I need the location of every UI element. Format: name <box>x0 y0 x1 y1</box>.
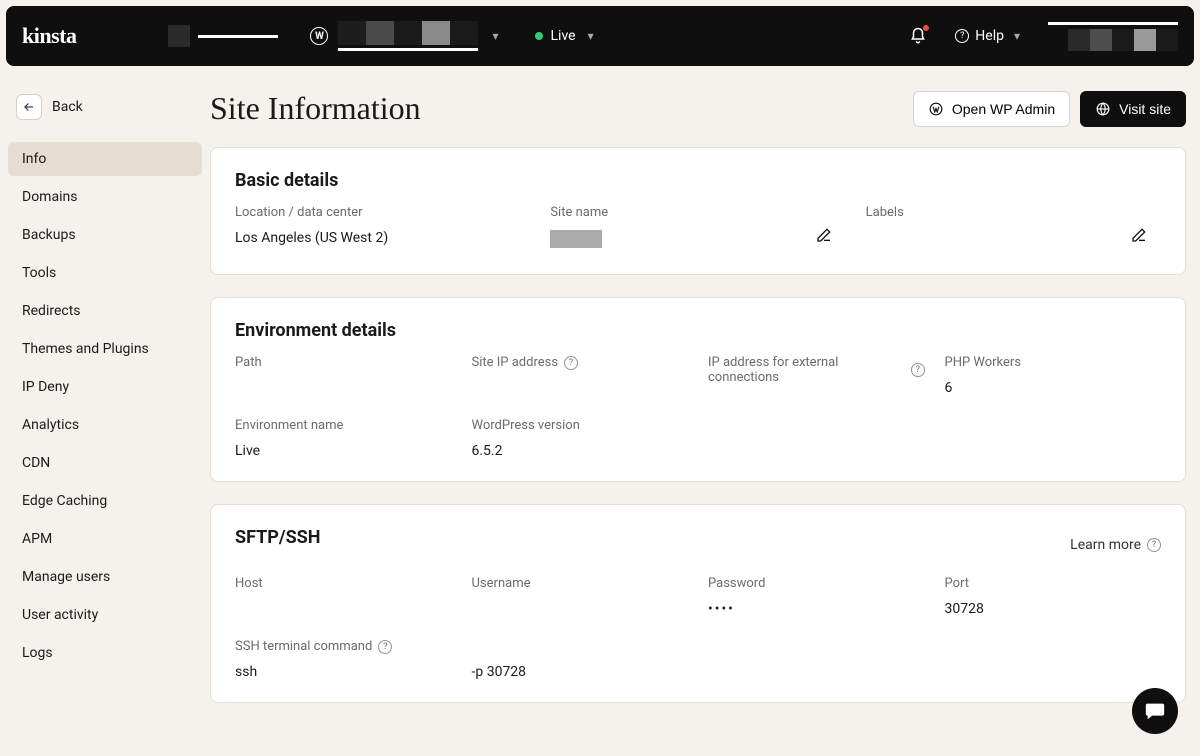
labels-label: Labels <box>866 205 1161 220</box>
ssh-cmd-prefix: ssh <box>235 664 452 680</box>
edit-site-name-button[interactable] <box>816 227 832 247</box>
chevron-down-icon: ▾ <box>1014 29 1020 43</box>
sftp-ssh-card: SFTP/SSH Learn more ? Host Username Pass… <box>210 504 1186 703</box>
chevron-down-icon: ▾ <box>492 29 498 43</box>
profile-avatar-redacted <box>1068 29 1178 51</box>
topbar: kinsta W ▾ Live ▾ ? Help ▾ <box>6 6 1194 66</box>
status-dot-icon <box>535 32 543 40</box>
info-icon[interactable]: ? <box>378 640 392 654</box>
back-label: Back <box>52 99 83 115</box>
arrow-left-icon <box>22 100 36 114</box>
port-value: 30728 <box>945 601 1162 617</box>
pencil-icon <box>1131 227 1147 243</box>
help-menu[interactable]: ? Help ▾ <box>955 28 1020 44</box>
sidebar-item-manage-users[interactable]: Manage users <box>8 560 202 594</box>
visit-site-label: Visit site <box>1119 101 1171 117</box>
php-workers-value: 6 <box>945 380 1162 396</box>
wordpress-icon: W <box>310 27 328 45</box>
path-label: Path <box>235 355 452 370</box>
chevron-down-icon: ▾ <box>588 29 594 43</box>
wordpress-icon <box>928 101 944 117</box>
sidebar-item-backups[interactable]: Backups <box>8 218 202 252</box>
port-label: Port <box>945 576 1162 591</box>
pencil-icon <box>816 227 832 243</box>
wp-version-label: WordPress version <box>472 418 689 433</box>
wp-version-value: 6.5.2 <box>472 443 689 459</box>
sidebar-item-cdn[interactable]: CDN <box>8 446 202 480</box>
help-icon: ? <box>955 29 969 43</box>
sftp-ssh-heading: SFTP/SSH <box>235 527 320 548</box>
open-wp-admin-button[interactable]: Open WP Admin <box>913 91 1070 127</box>
edit-labels-button[interactable] <box>1131 227 1147 247</box>
password-label: Password <box>708 576 925 591</box>
learn-more-link[interactable]: Learn more ? <box>1070 537 1161 553</box>
info-icon: ? <box>1147 538 1161 552</box>
page-title: Site Information <box>210 90 421 127</box>
profile-menu[interactable] <box>1048 22 1178 51</box>
info-icon[interactable]: ? <box>564 356 578 370</box>
basic-details-heading: Basic details <box>235 170 1161 191</box>
chat-widget-button[interactable] <box>1132 688 1178 734</box>
bell-icon <box>909 27 927 45</box>
open-wp-admin-label: Open WP Admin <box>952 101 1055 117</box>
sidebar-item-redirects[interactable]: Redirects <box>8 294 202 328</box>
ssh-cmd-label: SSH terminal command ? <box>235 639 452 654</box>
password-value: •••• <box>708 601 925 617</box>
help-label: Help <box>975 28 1004 44</box>
site-ip-label: Site IP address ? <box>472 355 689 370</box>
notifications-button[interactable] <box>909 27 927 45</box>
ssh-cmd-suffix: -p 30728 <box>472 664 689 680</box>
main-content: Site Information Open WP Admin Visit sit… <box>210 72 1200 750</box>
profile-name-redacted <box>1048 22 1178 25</box>
sidebar-item-tools[interactable]: Tools <box>8 256 202 290</box>
org-name-redacted <box>198 35 278 38</box>
site-name-redacted <box>550 230 602 248</box>
ext-ip-label: IP address for external connections ? <box>708 355 925 385</box>
sidebar-item-user-activity[interactable]: User activity <box>8 598 202 632</box>
chat-icon <box>1144 700 1166 722</box>
username-label: Username <box>472 576 689 591</box>
sidebar-item-ip-deny[interactable]: IP Deny <box>8 370 202 404</box>
sidebar-item-themes-plugins[interactable]: Themes and Plugins <box>8 332 202 366</box>
env-name-label: Environment name <box>235 418 452 433</box>
basic-details-card: Basic details Location / data center Los… <box>210 147 1186 275</box>
php-workers-label: PHP Workers <box>945 355 1162 370</box>
environment-details-heading: Environment details <box>235 320 1161 341</box>
sidebar-item-analytics[interactable]: Analytics <box>8 408 202 442</box>
environment-label: Live <box>551 28 576 44</box>
site-name-label: Site name <box>550 205 845 220</box>
location-value: Los Angeles (US West 2) <box>235 230 530 246</box>
visit-site-button[interactable]: Visit site <box>1080 91 1186 127</box>
site-name-redacted <box>338 21 478 51</box>
sidebar-item-edge-caching[interactable]: Edge Caching <box>8 484 202 518</box>
environment-selector[interactable]: Live ▾ <box>535 28 594 44</box>
sidebar-item-domains[interactable]: Domains <box>8 180 202 214</box>
env-name-value: Live <box>235 443 452 459</box>
site-selector[interactable]: W ▾ <box>310 21 498 51</box>
sidebar: Back Info Domains Backups Tools Redirect… <box>0 72 210 750</box>
org-avatar <box>168 25 190 47</box>
sidebar-item-apm[interactable]: APM <box>8 522 202 556</box>
org-selector[interactable] <box>168 25 278 47</box>
globe-icon <box>1095 101 1111 117</box>
host-label: Host <box>235 576 452 591</box>
sidebar-item-info[interactable]: Info <box>8 142 202 176</box>
logo: kinsta <box>22 23 76 49</box>
location-label: Location / data center <box>235 205 530 220</box>
info-icon[interactable]: ? <box>911 363 925 377</box>
back-button[interactable] <box>16 94 42 120</box>
environment-details-card: Environment details Path Site IP address… <box>210 297 1186 482</box>
sidebar-item-logs[interactable]: Logs <box>8 636 202 670</box>
